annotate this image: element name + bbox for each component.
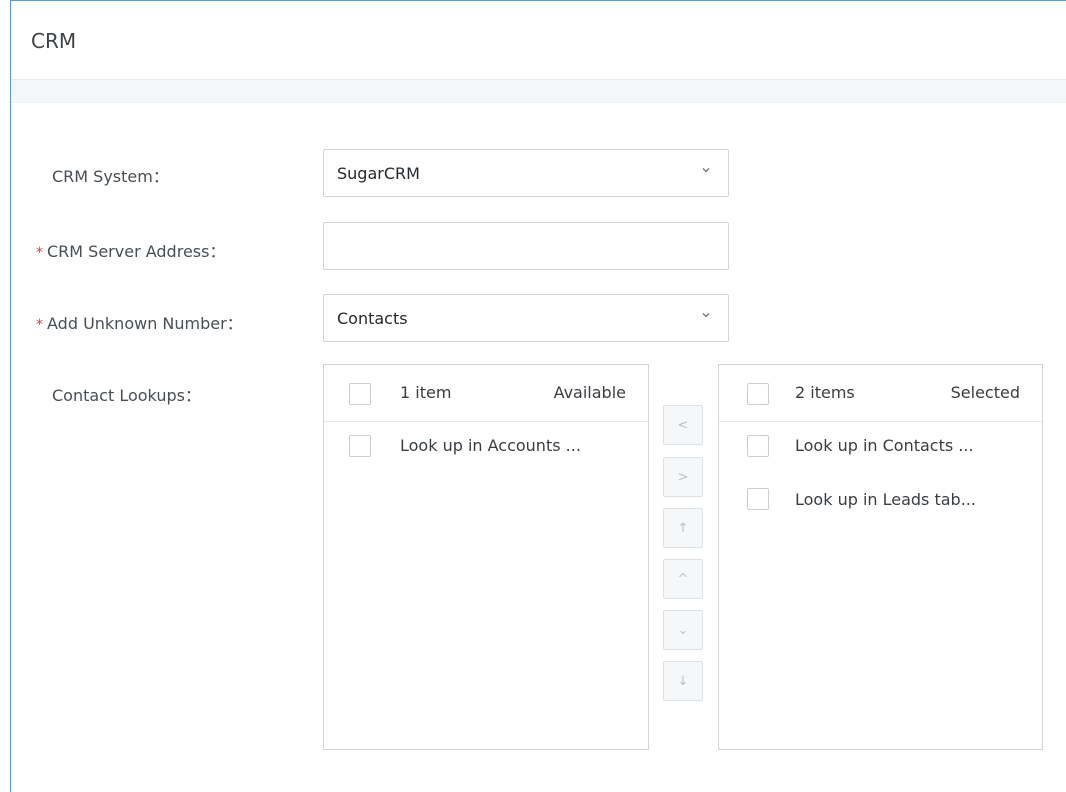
available-list-header: 1 item Available: [324, 365, 648, 422]
selected-title: Selected: [950, 383, 1020, 402]
add-unknown-number-value: Contacts: [337, 309, 408, 328]
list-item-checkbox[interactable]: [747, 435, 769, 457]
selected-count: 2 items: [795, 383, 855, 402]
panel-header: CRM: [11, 1, 1066, 80]
add-unknown-number-select[interactable]: Contacts: [323, 294, 729, 342]
crm-system-value: SugarCRM: [337, 164, 420, 183]
list-item-checkbox[interactable]: [349, 435, 371, 457]
selected-select-all-checkbox[interactable]: [747, 383, 769, 405]
contact-lookups-label: Contact Lookups：: [52, 386, 201, 405]
crm-system-label: CRM System：: [52, 167, 169, 186]
selected-list: 2 items Selected Look up in Contacts ...…: [718, 364, 1043, 750]
move-to-top-button[interactable]: ↑: [663, 508, 703, 548]
crm-server-address-input[interactable]: [323, 222, 729, 270]
list-item-label: Look up in Contacts ...: [795, 436, 974, 455]
available-list: 1 item Available Look up in Accounts ...: [323, 364, 649, 750]
available-title: Available: [553, 383, 626, 402]
add-unknown-number-label: * Add Unknown Number：: [36, 310, 243, 334]
crm-server-address-label: * CRM Server Address：: [36, 238, 225, 262]
chevron-down-icon: [700, 309, 712, 324]
move-up-button[interactable]: ^: [663, 559, 703, 599]
arrow-down-icon: ↓: [677, 673, 689, 689]
chevron-left-icon: <: [677, 417, 689, 433]
move-down-button[interactable]: ⌄: [663, 610, 703, 650]
available-select-all-checkbox[interactable]: [349, 383, 371, 405]
crm-system-select[interactable]: SugarCRM: [323, 149, 729, 197]
selected-list-header: 2 items Selected: [719, 365, 1042, 422]
list-item-label: Look up in Accounts ...: [400, 436, 581, 455]
add-unknown-number-label-text: Add Unknown Number：: [47, 314, 243, 333]
move-right-button[interactable]: >: [663, 457, 703, 497]
list-item-label: Look up in Leads tab...: [795, 490, 976, 509]
move-left-button[interactable]: <: [663, 405, 703, 445]
required-marker: *: [36, 317, 43, 333]
crm-server-address-label-text: CRM Server Address：: [47, 242, 226, 261]
available-count: 1 item: [400, 383, 452, 402]
arrow-up-icon: ↑: [677, 520, 689, 536]
chevron-down-icon: [700, 164, 712, 179]
move-to-bottom-button[interactable]: ↓: [663, 661, 703, 701]
chevron-right-icon: >: [677, 469, 689, 485]
chevron-up-icon: ^: [677, 571, 689, 587]
chevron-down-icon: ⌄: [677, 622, 689, 638]
list-item-checkbox[interactable]: [747, 488, 769, 510]
required-marker: *: [36, 245, 43, 261]
header-divider-strip: [11, 80, 1066, 103]
crm-server-address-field[interactable]: [324, 223, 728, 269]
page-title: CRM: [31, 29, 77, 53]
